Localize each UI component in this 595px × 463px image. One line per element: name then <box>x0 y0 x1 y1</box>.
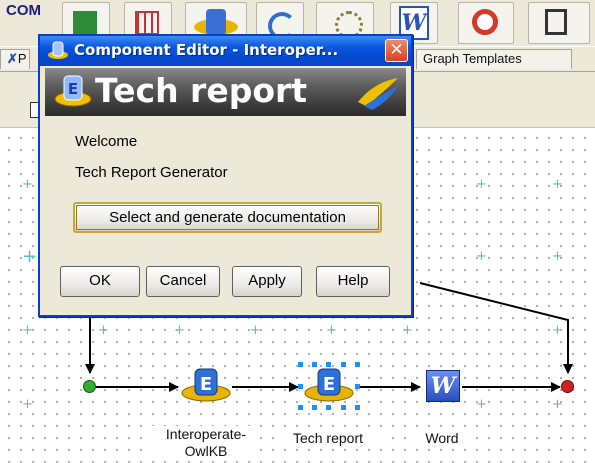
component-editor-dialog: Component Editor - Interoper... ✕ E Tech… <box>38 34 413 317</box>
grid-plus-icon: + <box>22 246 38 267</box>
ok-button[interactable]: OK <box>60 266 140 297</box>
interoperate-node[interactable]: E <box>180 366 232 406</box>
tech-report-icon: E <box>298 362 360 410</box>
apply-button[interactable]: Apply <box>232 266 302 297</box>
end-node[interactable] <box>561 380 574 393</box>
dialog-banner: E Tech report <box>45 68 406 116</box>
lifebuoy-icon[interactable] <box>458 2 514 44</box>
generator-subtitle: Tech Report Generator <box>75 164 228 181</box>
grid-plus-icon: + <box>476 177 487 192</box>
welcome-text: Welcome <box>75 133 138 150</box>
svg-text:E: E <box>200 374 212 395</box>
svg-text:E: E <box>68 80 78 98</box>
grid-plus-icon: + <box>552 323 563 338</box>
cancel-button[interactable]: Cancel <box>146 266 220 297</box>
interoperate-node-label: Interoperate- OwlKB <box>152 426 260 460</box>
app-icon <box>48 41 68 59</box>
close-icon: ✕ <box>389 40 404 60</box>
interoperate-label-line2: OwlKB <box>184 443 228 459</box>
com-icon[interactable]: COM <box>6 2 41 19</box>
close-button[interactable]: ✕ <box>385 39 408 62</box>
tech-report-banner-icon: E <box>54 75 92 107</box>
interoperate-label-line1: Interoperate- <box>165 426 247 442</box>
tab-graph-templates-label: Graph Templates <box>423 51 522 66</box>
grid-plus-icon: + <box>552 249 563 264</box>
dialog-titlebar[interactable]: Component Editor - Interoper... ✕ <box>40 36 411 66</box>
grid-plus-icon: + <box>326 323 337 338</box>
tech-report-node-label: Tech report <box>274 430 382 447</box>
svg-text:E: E <box>323 374 335 395</box>
export-icon[interactable] <box>528 2 590 44</box>
start-node[interactable] <box>83 380 96 393</box>
grid-plus-icon: + <box>250 323 261 338</box>
tab-partial-label: P <box>17 51 27 66</box>
brand-swoosh-icon <box>358 78 398 110</box>
tab-x-icon: ✗ <box>7 51 18 66</box>
grid-plus-icon: + <box>476 249 487 264</box>
word-node-label: Word <box>410 430 474 447</box>
tab-graph-templates[interactable]: Graph Templates <box>416 49 572 69</box>
dialog-title: Component Editor - Interoper... <box>74 41 339 59</box>
grid-plus-icon: + <box>476 397 487 412</box>
grid-plus-icon: + <box>552 397 563 412</box>
tech-report-node[interactable]: E <box>298 362 360 410</box>
grid-plus-icon: + <box>402 323 413 338</box>
select-generate-button[interactable]: Select and generate documentation <box>73 202 382 233</box>
interoperate-icon: E <box>181 368 231 402</box>
word-node[interactable]: W <box>426 370 462 404</box>
word-icon: W <box>426 370 460 402</box>
connector-right <box>419 282 573 374</box>
grid-plus-icon: + <box>22 323 33 338</box>
banner-title: Tech report <box>95 71 308 110</box>
grid-plus-icon: + <box>98 323 109 338</box>
grid-plus-icon: + <box>174 323 185 338</box>
help-button[interactable]: Help <box>316 266 390 297</box>
grid-plus-icon: + <box>552 177 563 192</box>
tab-partial[interactable]: ✗P <box>0 49 30 69</box>
grid-plus-icon: + <box>22 397 33 412</box>
grid-plus-icon: + <box>22 177 33 192</box>
